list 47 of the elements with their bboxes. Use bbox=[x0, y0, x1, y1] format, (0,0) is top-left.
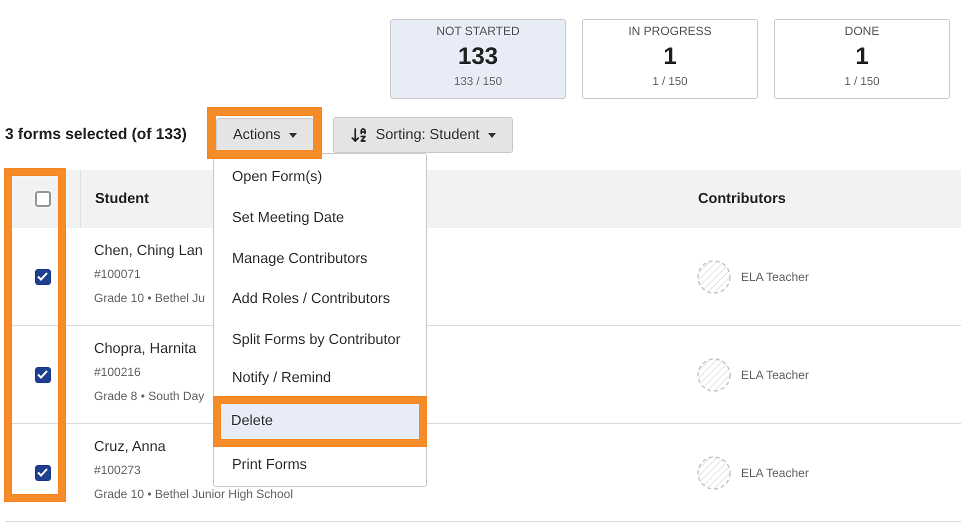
sort-button[interactable]: Sorting: Student bbox=[332, 117, 513, 153]
menu-item[interactable]: Split Forms by Contributor bbox=[214, 320, 426, 360]
checkbox[interactable] bbox=[34, 191, 50, 207]
column-header: Contributors bbox=[698, 191, 786, 207]
checkbox[interactable] bbox=[34, 366, 50, 382]
status-count: 1 bbox=[855, 43, 869, 71]
status-card[interactable]: DONE 1 1 / 150 bbox=[774, 19, 950, 99]
status-label: DONE bbox=[844, 24, 880, 38]
sort-icon bbox=[350, 126, 368, 144]
student-details: Grade 10 • Bethel Ju bbox=[94, 291, 205, 305]
avatar-placeholder-icon bbox=[697, 260, 731, 294]
checkbox[interactable] bbox=[34, 464, 50, 480]
checkbox[interactable] bbox=[34, 268, 50, 284]
status-count: 133 bbox=[458, 43, 498, 71]
column-header: Student bbox=[95, 191, 149, 207]
menu-item[interactable]: Delete bbox=[213, 396, 427, 447]
status-label: IN PROGRESS bbox=[628, 24, 712, 38]
caret-icon bbox=[288, 132, 297, 138]
student-id: #100273 bbox=[94, 463, 141, 477]
contributor-role: ELA Teacher bbox=[741, 368, 809, 382]
student-name[interactable]: Cruz, Anna bbox=[94, 439, 166, 455]
contributor-role: ELA Teacher bbox=[741, 466, 809, 480]
avatar-placeholder-icon bbox=[697, 358, 731, 392]
student-details: Grade 10 • Bethel Junior High School bbox=[94, 487, 293, 501]
student-id: #100216 bbox=[94, 365, 141, 379]
contributor-role: ELA Teacher bbox=[741, 270, 809, 284]
menu-item[interactable]: Manage Contributors bbox=[214, 238, 426, 280]
student-name[interactable]: Chen, Ching Lan bbox=[94, 243, 203, 259]
status-fraction: 133 / 150 bbox=[454, 76, 502, 88]
status-card[interactable]: NOT STARTED 133 133 / 150 bbox=[390, 19, 566, 99]
menu-item[interactable]: Set Meeting Date bbox=[214, 198, 426, 238]
student-details: Grade 8 • South Day bbox=[94, 389, 204, 403]
menu-item[interactable]: Add Roles / Contributors bbox=[214, 279, 426, 320]
menu-item[interactable]: Print Forms bbox=[214, 446, 426, 483]
status-label: NOT STARTED bbox=[436, 24, 520, 38]
actions-button[interactable]: Actions bbox=[216, 118, 314, 152]
student-id: #100071 bbox=[94, 267, 141, 281]
menu-item[interactable]: Notify / Remind bbox=[214, 360, 426, 396]
status-fraction: 1 / 150 bbox=[652, 76, 688, 88]
caret-icon bbox=[488, 132, 496, 138]
student-name[interactable]: Chopra, Harnita bbox=[94, 341, 196, 357]
status-card[interactable]: IN PROGRESS 1 1 / 150 bbox=[582, 19, 758, 99]
menu-item[interactable]: Open Form(s) bbox=[214, 157, 426, 198]
avatar-placeholder-icon bbox=[697, 456, 731, 490]
status-count: 1 bbox=[663, 43, 677, 71]
selection-summary: 3 forms selected (of 133) bbox=[5, 126, 188, 144]
status-fraction: 1 / 150 bbox=[844, 76, 880, 88]
